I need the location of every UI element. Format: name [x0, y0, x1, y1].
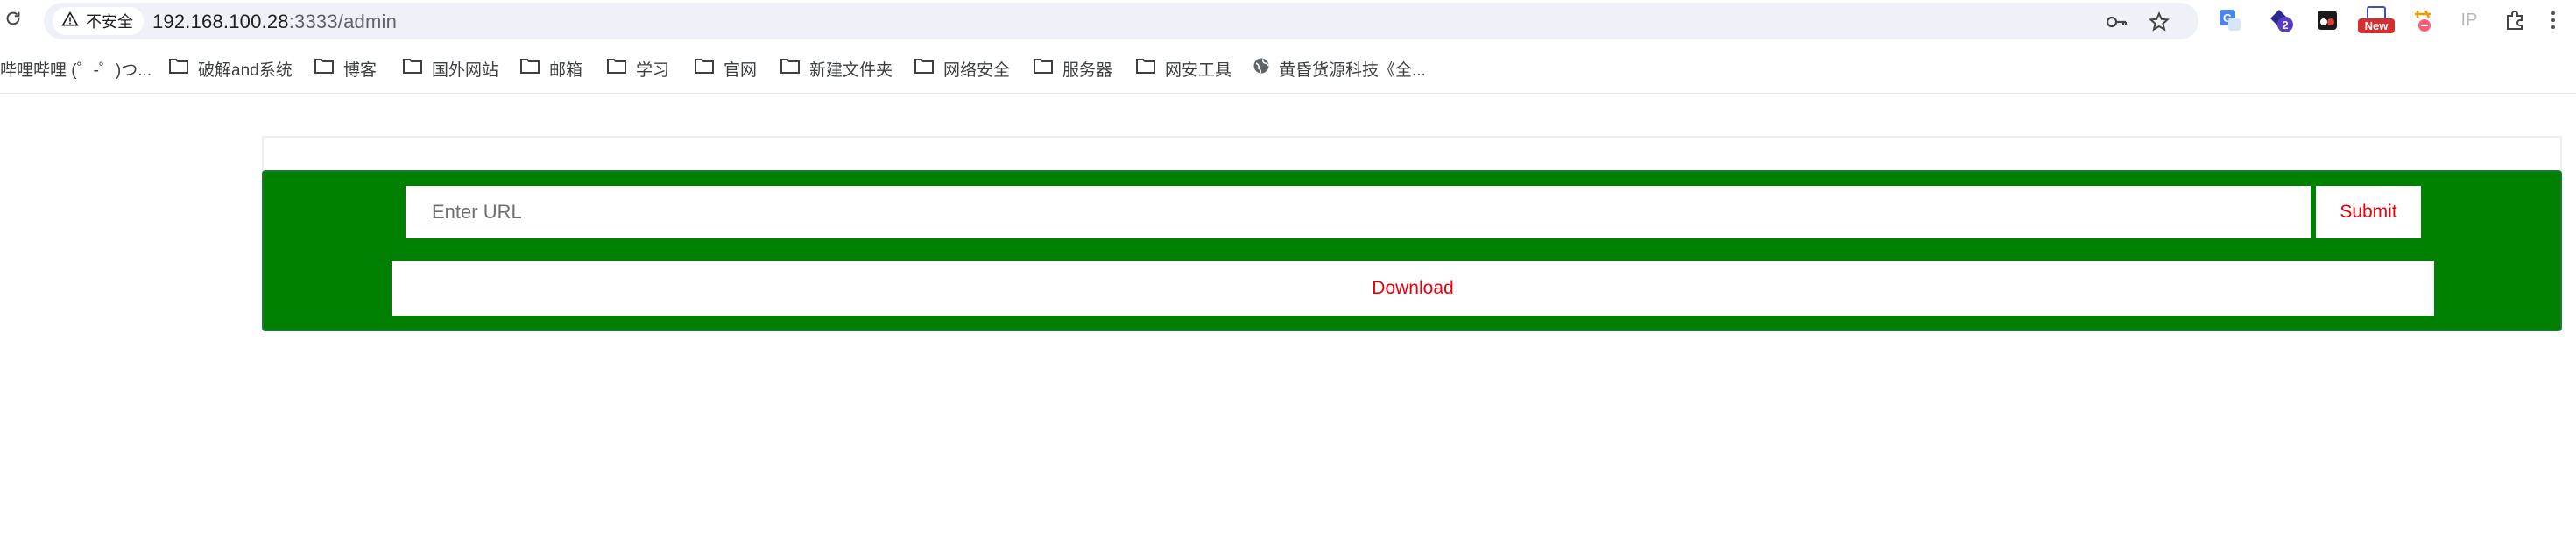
star-icon[interactable]	[2148, 11, 2170, 33]
bookmark-folder[interactable]: 学习	[606, 51, 669, 86]
tool-extension-icon[interactable]	[2409, 6, 2437, 34]
url-host: 192.168.100.28	[152, 11, 289, 32]
bookmark-folder[interactable]: 网络安全	[914, 51, 1010, 86]
folder-icon	[694, 57, 715, 80]
bookmarks-bar: 哔哩哔哩 (゜-゜)つ... 破解and系统 博客 国外网站 邮箱 学习 官网 …	[0, 51, 2576, 86]
folder-icon	[1135, 57, 1156, 80]
bookmark-label: 服务器	[1062, 60, 1113, 80]
bookmark-folder[interactable]: 网安工具	[1135, 51, 1232, 86]
url-path: :3333/admin	[288, 11, 398, 32]
bookmark-folder[interactable]: 国外网站	[402, 51, 498, 86]
bookmark-label: 新建文件夹	[809, 60, 893, 80]
bookmark-label: 国外网站	[432, 60, 499, 80]
bookmark-label: 邮箱	[549, 60, 583, 80]
folder-icon	[519, 57, 540, 80]
bookmark-label: 官网	[723, 60, 758, 80]
folder-icon	[1033, 57, 1054, 80]
bookmark-label: 网络安全	[943, 60, 1011, 80]
ip-extension-icon[interactable]: IP	[2455, 6, 2483, 34]
bookmark-label: 黄昏货源科技《全...	[1279, 60, 1426, 80]
bookmark-label: 学习	[636, 60, 670, 80]
url-download-form: Submit Download	[262, 170, 2562, 331]
bookmark-label: 哔哩哔哩 (゜-゜)つ...	[0, 60, 152, 80]
folder-icon	[314, 57, 335, 80]
folder-icon	[780, 57, 801, 80]
menu-kebab-icon[interactable]	[2544, 6, 2562, 34]
bookmark-label: 破解and系统	[198, 60, 293, 80]
url-text[interactable]: 192.168.100.28:3333/admin	[152, 11, 397, 33]
bookmark-folder[interactable]: 新建文件夹	[780, 51, 893, 86]
bookmark-label: 博客	[343, 60, 378, 80]
toolbar-divider	[0, 93, 2576, 94]
bookmark-folder[interactable]: 服务器	[1033, 51, 1112, 86]
folder-icon	[914, 57, 935, 80]
submit-button[interactable]: Submit	[2316, 186, 2421, 238]
download-button[interactable]: Download	[392, 261, 2434, 316]
url-input[interactable]	[406, 186, 2311, 238]
dark-extension-icon[interactable]	[2313, 6, 2341, 34]
bookmark-folder[interactable]: 邮箱	[519, 51, 582, 86]
new-extension-icon[interactable]: New	[2356, 6, 2396, 34]
folder-icon	[402, 57, 423, 80]
folder-icon	[168, 57, 189, 80]
extension-badge-count: 2	[2282, 18, 2288, 32]
browser-toolbar: 不安全 192.168.100.28:3333/admin G 2 New IP	[0, 0, 2576, 42]
bookmark-folder[interactable]: 官网	[694, 51, 757, 86]
address-bar[interactable]: 不安全 192.168.100.28:3333/admin	[44, 3, 2198, 39]
security-indicator[interactable]: 不安全	[53, 7, 144, 35]
bookmark-folder[interactable]: 破解and系统	[168, 51, 293, 86]
extensions-puzzle-icon[interactable]	[2502, 6, 2530, 34]
ip-label: IP	[2460, 10, 2478, 30]
panel-header-outline	[262, 136, 2562, 173]
reload-icon[interactable]	[2, 7, 25, 30]
warning-icon	[61, 11, 79, 32]
translate-extension-icon[interactable]: G	[2216, 6, 2244, 34]
globe-icon	[1253, 57, 1270, 80]
bookmark-label: 网安工具	[1165, 60, 1232, 80]
bookmark-site[interactable]: 黄昏货源科技《全...	[1253, 51, 1426, 86]
bookmark-folder[interactable]: 博客	[314, 51, 377, 86]
folder-icon	[606, 57, 627, 80]
bookmark-bilibili[interactable]: 哔哩哔哩 (゜-゜)つ...	[0, 51, 152, 86]
key-icon[interactable]	[2106, 11, 2128, 33]
badge-extension-icon[interactable]: 2	[2267, 6, 2295, 34]
new-badge: New	[2365, 19, 2389, 32]
security-label: 不安全	[86, 13, 133, 31]
